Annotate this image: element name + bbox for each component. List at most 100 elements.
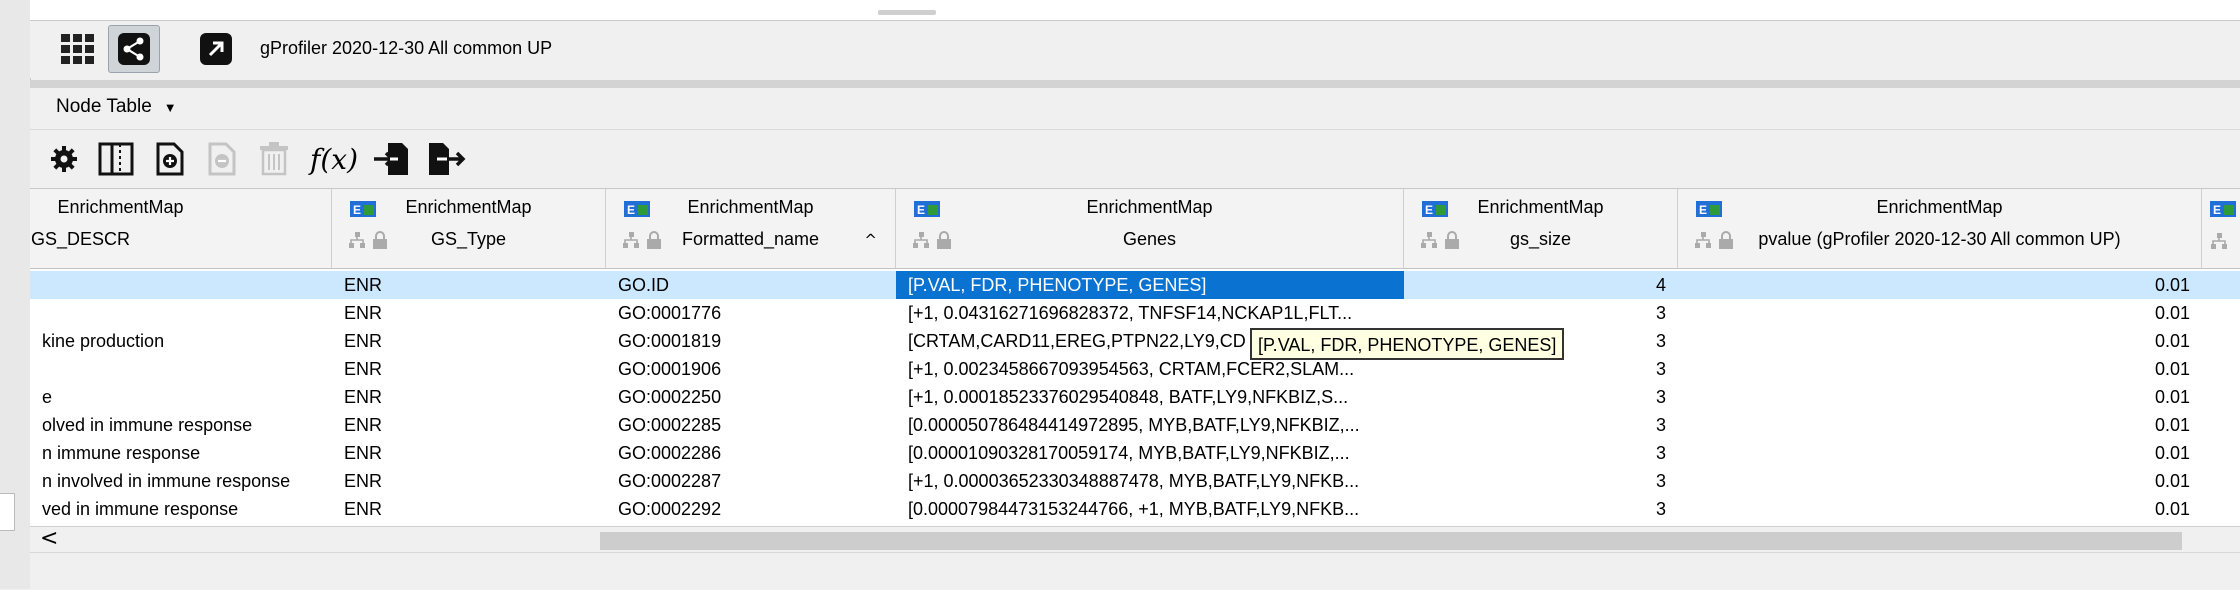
horizontal-scrollbar[interactable]: <	[30, 526, 2240, 553]
network-bar: gProfiler 2020-12-30 All common UP	[30, 21, 2240, 78]
grid-view-button[interactable]	[52, 25, 104, 73]
table-row[interactable]: n immune response ENR GO:0002286 [0.0000…	[30, 439, 2240, 467]
cell-gs-descr[interactable]: e	[30, 383, 332, 411]
cell-gs-descr[interactable]	[30, 355, 332, 383]
function-builder-button[interactable]: f(x)	[306, 139, 362, 179]
remove-column-button[interactable]	[200, 139, 244, 179]
cell-formatted-name[interactable]: GO:0001906	[606, 355, 896, 383]
settings-button[interactable]	[42, 139, 86, 179]
import-table-button[interactable]	[370, 139, 414, 179]
cell-genes[interactable]: [0.00007984473153244766, +1, MYB,BATF,LY…	[896, 495, 1404, 523]
canvas-thumbnail	[878, 10, 936, 15]
sort-ascending-icon[interactable]: ^	[864, 231, 877, 249]
cell-genes[interactable]: [+1, 0.04316271696828372, TNFSF14,NCKAP1…	[896, 299, 1404, 327]
cell-formatted-name[interactable]: GO:0002250	[606, 383, 896, 411]
cell-pvalue[interactable]: 0.01	[1678, 467, 2202, 495]
cell-pvalue[interactable]: 0.01	[1678, 327, 2202, 355]
column-header-genes[interactable]: E EnrichmentMap Genes	[896, 189, 1404, 269]
left-panel-stub[interactable]	[0, 493, 15, 531]
cell-pvalue[interactable]: 0.01	[1678, 355, 2202, 383]
cell-pvalue[interactable]: 0.01	[1678, 411, 2202, 439]
cell-gs-descr[interactable]: ved in immune response	[30, 495, 332, 523]
cell-genes[interactable]: [0.00001090328170059174, MYB,BATF,LY9,NF…	[896, 439, 1404, 467]
add-column-button[interactable]	[148, 139, 192, 179]
cell-pvalue[interactable]: 0.01	[1678, 383, 2202, 411]
cell-formatted-name[interactable]: GO:0002287	[606, 467, 896, 495]
scrollbar-thumb[interactable]	[600, 532, 2182, 550]
add-column-icon	[156, 142, 184, 176]
panel-divider[interactable]	[30, 80, 2240, 88]
trash-icon	[260, 142, 288, 176]
cell-pvalue[interactable]: 0.01	[1678, 439, 2202, 467]
cell-genes[interactable]: [0.000050786484414972895, MYB,BATF,LY9,N…	[896, 411, 1404, 439]
cell-genes[interactable]: [+1, 0.00018523376029540848, BATF,LY9,NF…	[896, 383, 1404, 411]
table-row[interactable]: olved in immune response ENR GO:0002285 …	[30, 411, 2240, 439]
chevron-down-icon: ▼	[163, 99, 177, 115]
cell-formatted-name[interactable]: GO:0001819	[606, 327, 896, 355]
scroll-left-icon[interactable]: <	[40, 526, 58, 551]
cell-gs-size[interactable]: 3	[1404, 299, 1678, 327]
detach-view-button[interactable]	[190, 25, 242, 73]
cell-gs-type[interactable]: ENR	[332, 299, 606, 327]
table-row[interactable]: ENR GO.ID [P.VAL, FDR, PHENOTYPE, GENES]…	[30, 271, 2240, 299]
svg-text:E: E	[2213, 203, 2221, 217]
show-columns-button[interactable]	[94, 139, 138, 179]
cell-gs-descr[interactable]: n involved in immune response	[30, 467, 332, 495]
cell-gs-type[interactable]: ENR	[332, 327, 606, 355]
cell-formatted-name[interactable]: GO:0002285	[606, 411, 896, 439]
column-namespace: EnrichmentMap	[57, 197, 184, 217]
table-row[interactable]: kine production ENR GO:0001819 [CRTAM,CA…	[30, 327, 2240, 355]
share-network-button[interactable]	[108, 25, 160, 73]
cell-gs-descr[interactable]	[30, 299, 332, 327]
node-table-dropdown[interactable]: Node Table ▼	[56, 96, 177, 118]
cell-gs-type[interactable]: ENR	[332, 271, 606, 299]
cell-formatted-name[interactable]: GO:0002292	[606, 495, 896, 523]
column-header-formatted-name[interactable]: E EnrichmentMap Formatted_name ^	[606, 189, 896, 269]
share-icon	[118, 33, 150, 65]
cell-gs-size[interactable]: 3	[1404, 411, 1678, 439]
table-row[interactable]: ENR GO:0001776 [+1, 0.04316271696828372,…	[30, 299, 2240, 327]
column-header-pvalue[interactable]: E EnrichmentMap pvalue (gProfiler 2020-1…	[1678, 189, 2202, 269]
cell-formatted-name[interactable]: GO:0002286	[606, 439, 896, 467]
cell-gs-type[interactable]: ENR	[332, 439, 606, 467]
cell-gs-descr[interactable]: kine production	[30, 327, 332, 355]
cell-gs-descr[interactable]: n immune response	[30, 439, 332, 467]
cell-gs-descr[interactable]	[30, 271, 332, 299]
cell-gs-descr[interactable]: olved in immune response	[30, 411, 332, 439]
cell-formatted-name[interactable]: GO.ID	[606, 271, 896, 299]
table-row[interactable]: ENR GO:0001906 [+1, 0.002345866709395456…	[30, 355, 2240, 383]
cell-pvalue[interactable]: 0.01	[1678, 271, 2202, 299]
cell-gs-type[interactable]: ENR	[332, 467, 606, 495]
column-header-gs-type[interactable]: E EnrichmentMap GS_Type	[332, 189, 606, 269]
open-external-icon	[200, 33, 232, 65]
table-row[interactable]: ved in immune response ENR GO:0002292 [0…	[30, 495, 2240, 523]
cell-gs-type[interactable]: ENR	[332, 383, 606, 411]
export-table-button[interactable]	[424, 139, 468, 179]
cell-gs-type[interactable]: ENR	[332, 411, 606, 439]
network-icon	[2211, 233, 2227, 249]
cell-gs-size[interactable]: 3	[1404, 495, 1678, 523]
column-header-next[interactable]: E	[2202, 189, 2240, 269]
cell-gs-size[interactable]: 4	[1404, 271, 1678, 299]
table-row[interactable]: n involved in immune response ENR GO:000…	[30, 467, 2240, 495]
delete-button[interactable]	[252, 139, 296, 179]
column-header-gs-size[interactable]: E EnrichmentMap gs_size	[1404, 189, 1678, 269]
table-row[interactable]: e ENR GO:0002250 [+1, 0.0001852337602954…	[30, 383, 2240, 411]
panel-title-label: Node Table	[56, 96, 152, 117]
column-name: GS_DESCR	[30, 229, 131, 249]
cell-pvalue[interactable]: 0.01	[1678, 495, 2202, 523]
column-header-gs-descr[interactable]: EnrichmentMap GS_DESCR	[30, 189, 332, 269]
cell-gs-size[interactable]: 3	[1404, 383, 1678, 411]
status-bar	[30, 552, 2240, 590]
cell-genes[interactable]: [+1, 0.00003652330348887478, MYB,BATF,LY…	[896, 467, 1404, 495]
column-name: Genes	[1122, 229, 1177, 249]
cell-gs-type[interactable]: ENR	[332, 495, 606, 523]
cell-gs-size[interactable]: 3	[1404, 467, 1678, 495]
cell-formatted-name[interactable]: GO:0001776	[606, 299, 896, 327]
cell-gs-type[interactable]: ENR	[332, 355, 606, 383]
cell-pvalue[interactable]: 0.01	[1678, 299, 2202, 327]
cell-genes[interactable]: [P.VAL, FDR, PHENOTYPE, GENES]	[896, 271, 1404, 299]
cell-gs-size[interactable]: 3	[1404, 439, 1678, 467]
remove-column-icon	[208, 142, 236, 176]
function-icon: f(x)	[309, 142, 358, 176]
